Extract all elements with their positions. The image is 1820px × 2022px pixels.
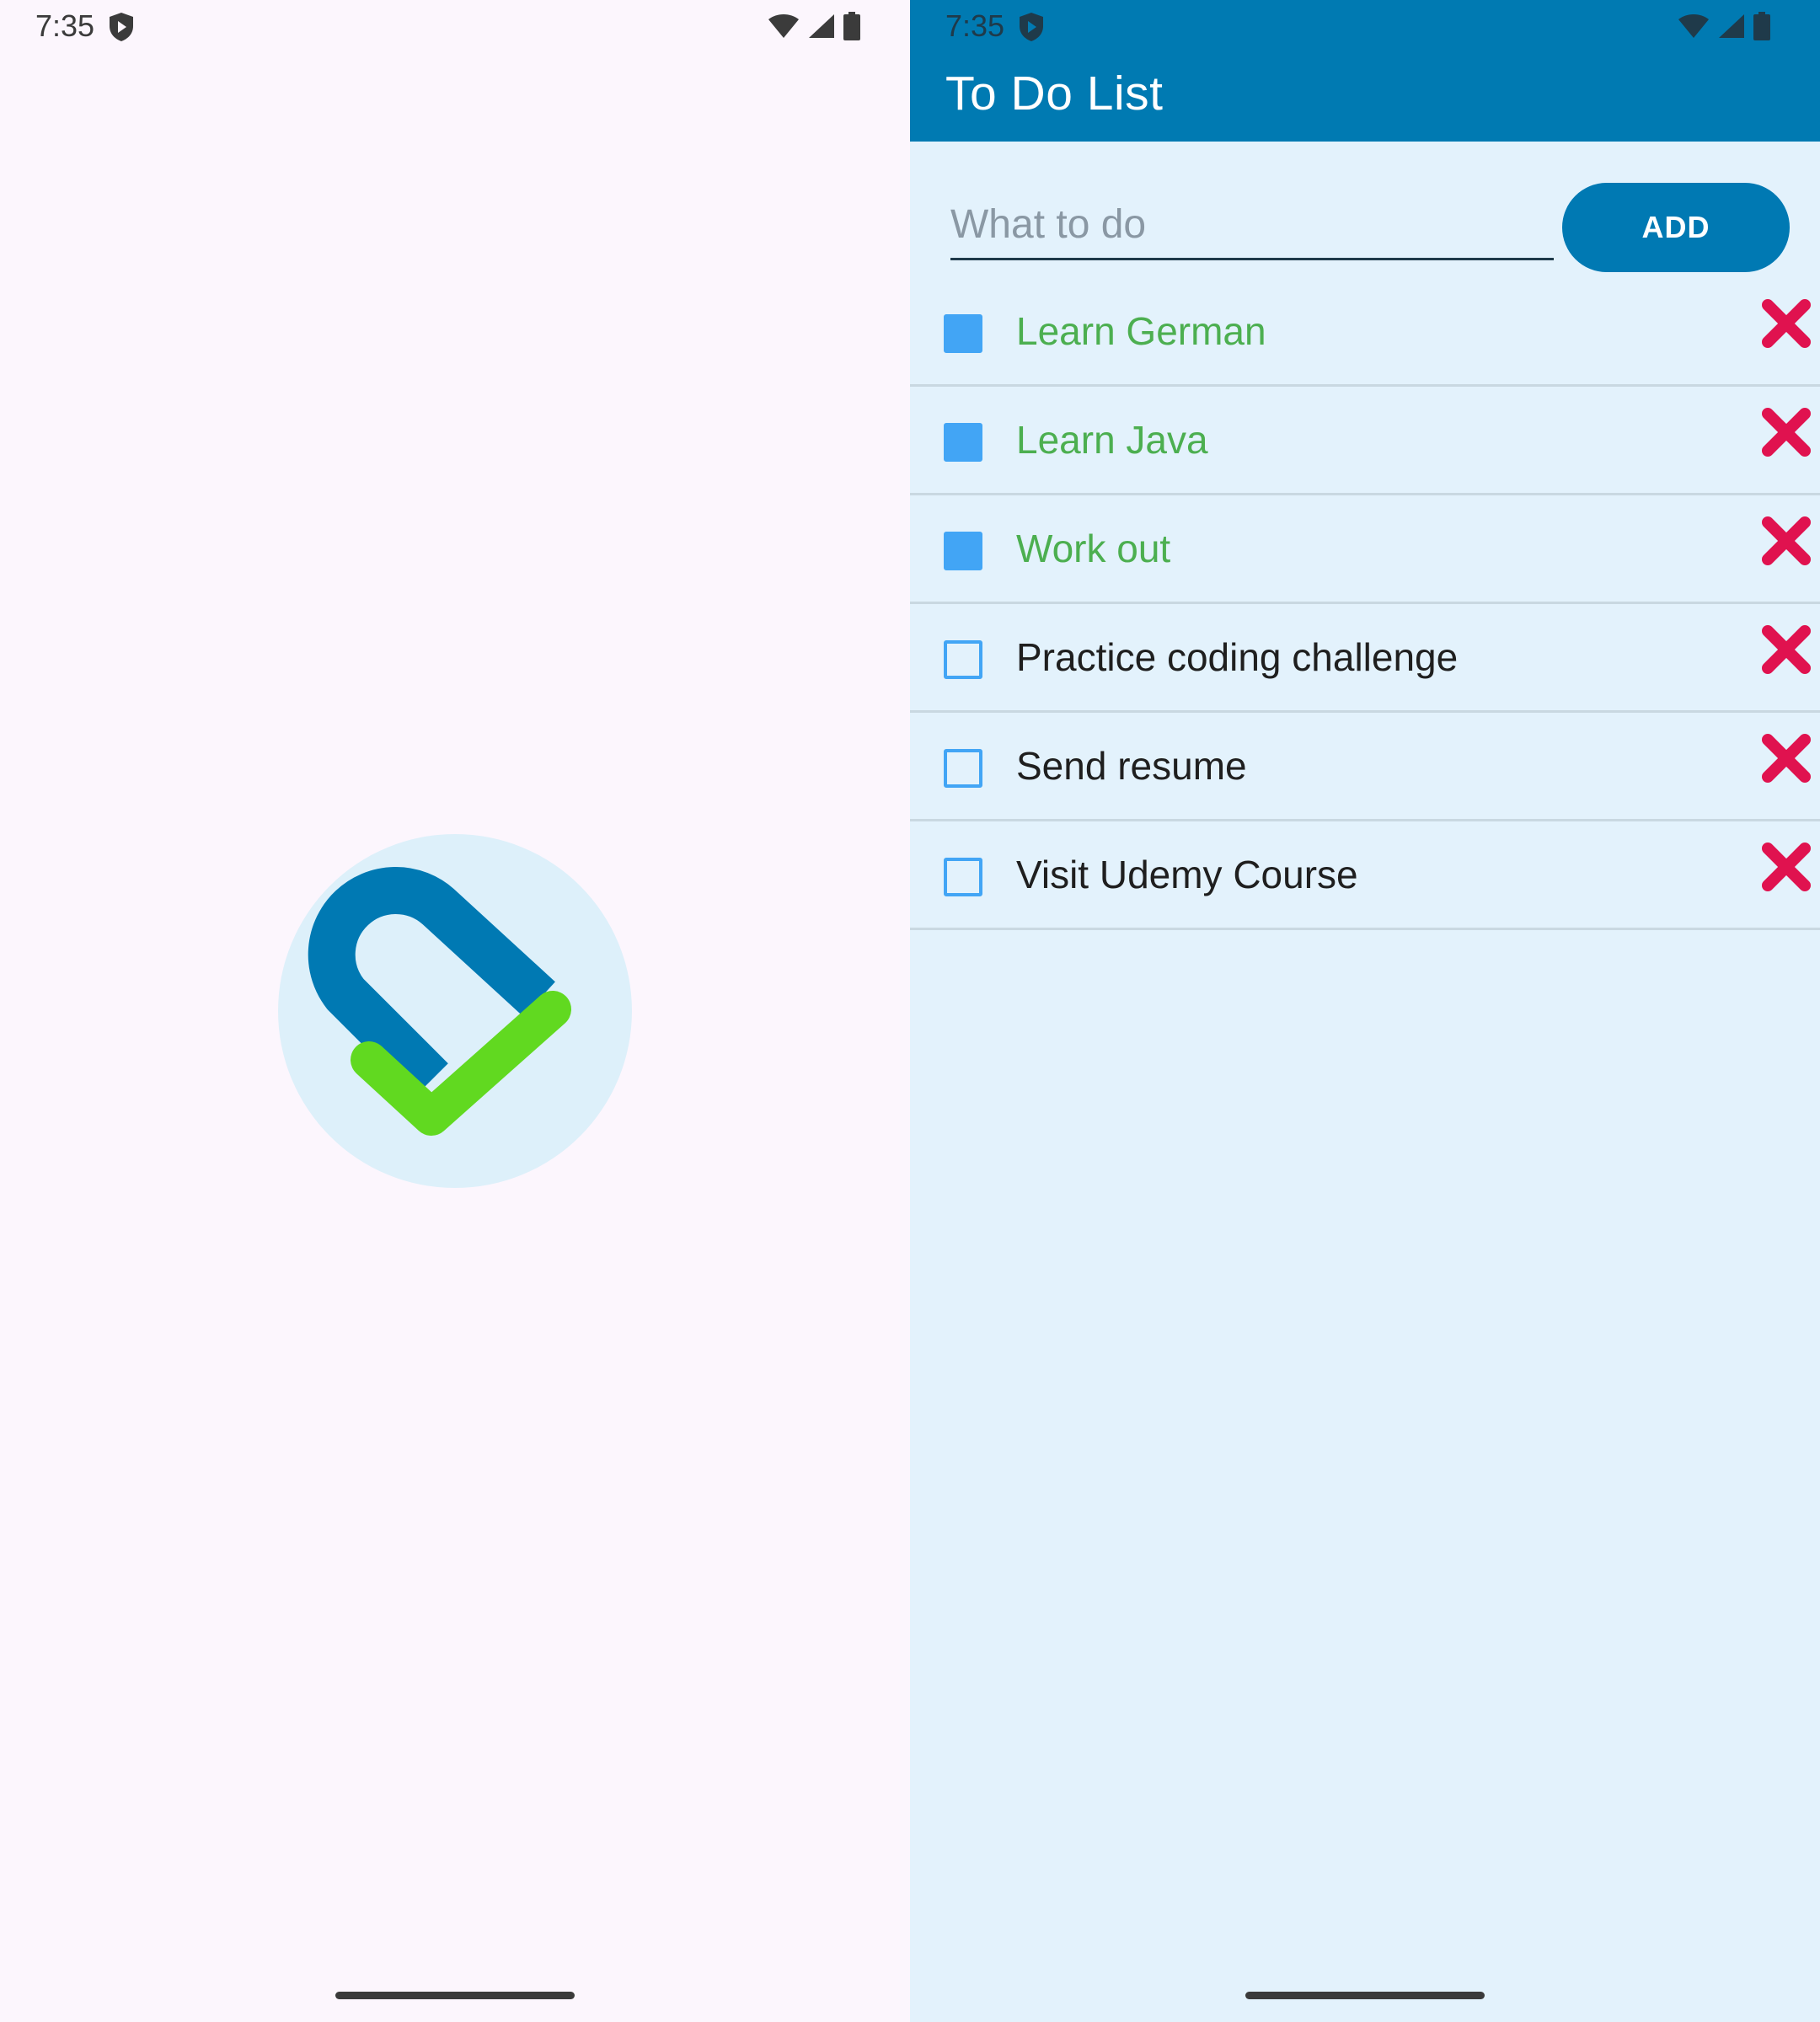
delete-icon[interactable] (1759, 840, 1813, 894)
battery-icon (1753, 12, 1770, 40)
status-bar: 7:35 (910, 0, 1820, 52)
list-item[interactable]: Learn German (910, 278, 1820, 387)
todo-checkbox[interactable] (944, 858, 982, 896)
todo-checkbox[interactable] (944, 749, 982, 788)
todo-text: Learn Java (1016, 418, 1208, 462)
signal-icon (809, 14, 834, 38)
wifi-icon (768, 14, 799, 38)
todo-list: Learn German Learn Java Work out Practic… (910, 278, 1820, 930)
wifi-icon (1678, 14, 1709, 38)
list-item[interactable]: Visit Udemy Course (910, 821, 1820, 930)
status-time: 7:35 (945, 8, 1005, 43)
todo-checkbox[interactable] (944, 423, 982, 462)
app-logo (278, 834, 632, 1188)
status-time: 7:35 (35, 8, 95, 43)
list-item[interactable]: Learn Java (910, 387, 1820, 495)
delete-icon[interactable] (1759, 514, 1813, 568)
list-item[interactable]: Work out (910, 495, 1820, 604)
delete-icon[interactable] (1759, 623, 1813, 677)
todo-text: Learn German (1016, 309, 1266, 353)
shield-play-icon (1018, 12, 1045, 46)
signal-icon (1719, 14, 1744, 38)
check-logo-icon (308, 867, 571, 1136)
todo-text: Practice coding challenge (1016, 635, 1459, 679)
battery-icon (843, 12, 860, 40)
add-button[interactable]: ADD (1562, 183, 1790, 272)
todo-screen: 7:35 To Do List ADD (910, 0, 1820, 2022)
todo-checkbox[interactable] (944, 532, 982, 570)
list-item[interactable]: Practice coding challenge (910, 604, 1820, 713)
todo-text: Send resume (1016, 744, 1247, 788)
todo-text: Visit Udemy Course (1016, 853, 1358, 896)
delete-icon[interactable] (1759, 405, 1813, 459)
navigation-handle[interactable] (335, 1992, 575, 1999)
delete-icon[interactable] (1759, 731, 1813, 785)
shield-play-icon (108, 12, 135, 46)
status-icons (1677, 12, 1771, 40)
todo-input-container (950, 187, 1554, 260)
todo-checkbox[interactable] (944, 314, 982, 353)
splash-screen: 7:35 (0, 0, 910, 2022)
todo-text: Work out (1016, 527, 1171, 570)
delete-icon[interactable] (1759, 297, 1813, 350)
todo-input[interactable] (950, 199, 1540, 249)
navigation-handle[interactable] (1245, 1992, 1485, 1999)
screenshot-root: 7:35 7:35 To Do List What to do ADD Lear… (0, 0, 1820, 2022)
todo-checkbox[interactable] (944, 640, 982, 679)
status-icons (767, 12, 861, 40)
app-bar: 7:35 To Do List (910, 0, 1820, 142)
page-title: To Do List (945, 67, 1164, 120)
status-bar: 7:35 (0, 0, 910, 52)
list-item[interactable]: Send resume (910, 713, 1820, 821)
